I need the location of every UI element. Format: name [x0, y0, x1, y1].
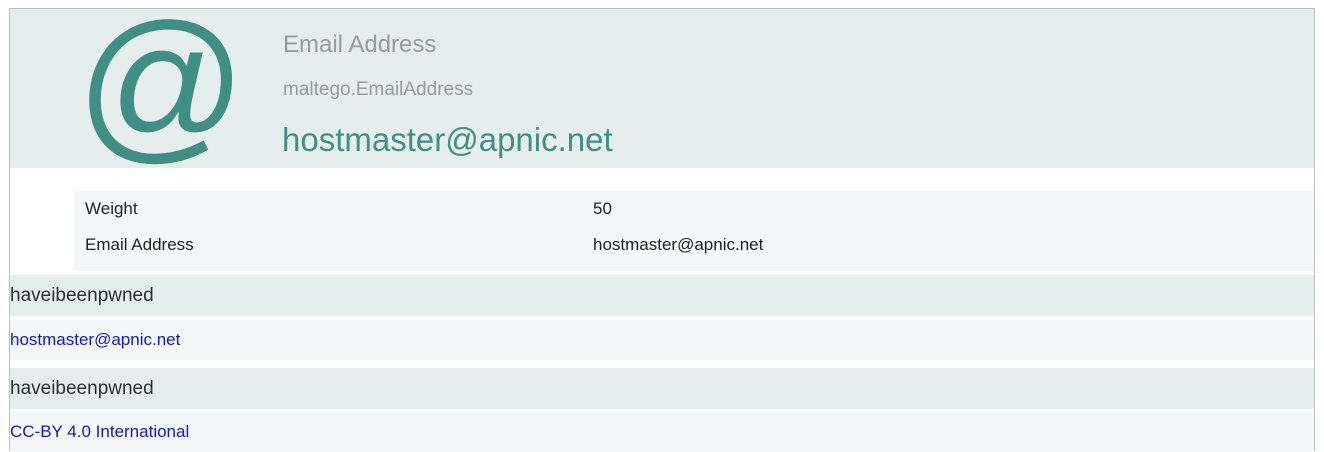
properties-table: Weight 50 Email Address hostmaster@apnic… — [74, 191, 1314, 271]
property-row-weight: Weight 50 — [74, 199, 1314, 225]
section-title: haveibeenpwned — [10, 378, 154, 399]
property-key: Email Address — [85, 235, 194, 254]
entity-header: @ Email Address maltego.EmailAddress hos… — [10, 0, 1314, 177]
section-link-row: hostmaster@apnic.net — [10, 320, 1314, 360]
section-link[interactable]: hostmaster@apnic.net — [10, 330, 180, 349]
at-sign-icon: @ — [76, 0, 247, 177]
property-row-email-address: Email Address hostmaster@apnic.net — [74, 235, 1314, 261]
entity-details-panel: @ Email Address maltego.EmailAddress hos… — [9, 0, 1315, 452]
property-key: Weight — [85, 199, 138, 218]
section-title: haveibeenpwned — [10, 285, 154, 306]
license-link[interactable]: CC-BY 4.0 International — [10, 422, 189, 441]
section-header: haveibeenpwned — [10, 275, 1314, 316]
property-value: 50 — [593, 199, 612, 218]
entity-value: hostmaster@apnic.net — [282, 121, 613, 158]
property-value: hostmaster@apnic.net — [593, 235, 764, 254]
section-header: haveibeenpwned — [10, 368, 1314, 409]
entity-type-label: Email Address — [283, 31, 437, 58]
section-link-row: CC-BY 4.0 International — [10, 412, 1314, 452]
entity-type-class: maltego.EmailAddress — [283, 79, 474, 100]
